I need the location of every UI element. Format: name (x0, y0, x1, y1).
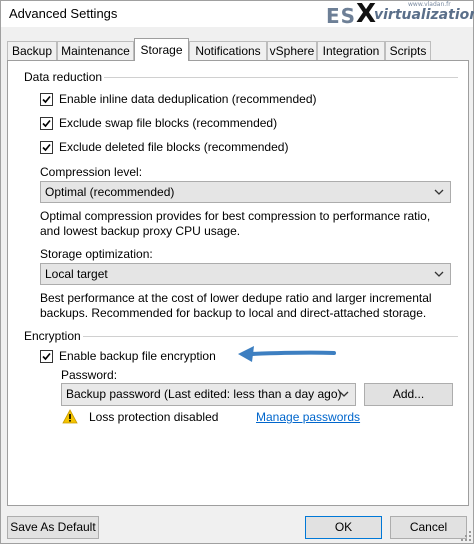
checkmark-icon (42, 95, 51, 104)
checkmark-icon (42, 143, 51, 152)
encryption-label: Encryption (22, 329, 83, 343)
manage-passwords-link[interactable]: Manage passwords (256, 410, 360, 424)
advanced-settings-dialog: Advanced Settings ES X virtualization ww… (0, 0, 474, 544)
chevron-down-icon (434, 189, 444, 195)
enable-encryption-label: Enable backup file encryption (59, 349, 216, 363)
tab-storage[interactable]: Storage (134, 38, 189, 61)
compression-level-label: Compression level: (40, 165, 143, 179)
tab-notifications[interactable]: Notifications (189, 41, 267, 60)
tab-integration[interactable]: Integration (317, 41, 385, 60)
enable-encryption-checkbox[interactable] (40, 350, 53, 363)
logo-site: www.vladan.fr (408, 1, 451, 8)
save-as-default-button[interactable]: Save As Default (7, 516, 99, 539)
tab-scripts[interactable]: Scripts (385, 41, 431, 60)
inline-dedup-checkbox[interactable] (40, 93, 53, 106)
storage-opt-desc-line2: backups. Recommended for backup to local… (40, 306, 427, 320)
tab-maintenance[interactable]: Maintenance (57, 41, 134, 60)
compression-level-value: Optimal (recommended) (45, 185, 175, 199)
storage-optimization-label: Storage optimization: (40, 247, 153, 261)
chevron-down-icon (434, 271, 444, 277)
add-password-button[interactable]: Add... (364, 383, 453, 406)
data-reduction-label: Data reduction (22, 70, 105, 84)
warning-icon (62, 409, 78, 424)
password-label: Password: (61, 368, 118, 382)
deleted-blocks-label: Exclude deleted file blocks (recommended… (59, 140, 289, 154)
window-title: Advanced Settings (9, 6, 118, 21)
title-bar: Advanced Settings ES X virtualization ww… (1, 0, 474, 29)
password-dropdown[interactable]: Backup password (Last edited: less than … (61, 383, 356, 406)
cancel-button[interactable]: Cancel (390, 516, 467, 539)
compression-level-dropdown[interactable]: Optimal (recommended) (40, 181, 451, 203)
checkmark-icon (42, 119, 51, 128)
logo-es: ES (326, 4, 357, 28)
loss-protection-status: Loss protection disabled (89, 410, 219, 424)
storage-tab-panel: Data reduction Enable inline data dedupl… (7, 60, 469, 506)
swap-blocks-checkbox[interactable] (40, 117, 53, 130)
checkmark-icon (42, 352, 51, 361)
compression-desc-line2: and lowest backup proxy CPU usage. (40, 224, 241, 238)
tab-backup[interactable]: Backup (7, 41, 57, 60)
storage-optimization-dropdown[interactable]: Local target (40, 263, 451, 285)
ok-button[interactable]: OK (305, 516, 382, 539)
deleted-blocks-checkbox[interactable] (40, 141, 53, 154)
chevron-down-icon (339, 391, 349, 397)
annotation-arrow-icon (238, 346, 336, 362)
storage-opt-desc-line1: Best performance at the cost of lower de… (40, 291, 432, 305)
encryption-divider (22, 336, 458, 337)
inline-dedup-label: Enable inline data deduplication (recomm… (59, 92, 317, 106)
resize-grip-icon[interactable] (461, 531, 471, 541)
swap-blocks-label: Exclude swap file blocks (recommended) (59, 116, 278, 130)
tab-strip: Backup Maintenance Storage Notifications… (7, 38, 469, 61)
tab-vsphere[interactable]: vSphere (267, 41, 317, 60)
compression-desc-line1: Optimal compression provides for best co… (40, 209, 431, 223)
logo-virtualization: virtualization (374, 7, 474, 23)
storage-optimization-value: Local target (45, 267, 108, 281)
password-value: Backup password (Last edited: less than … (66, 387, 342, 401)
